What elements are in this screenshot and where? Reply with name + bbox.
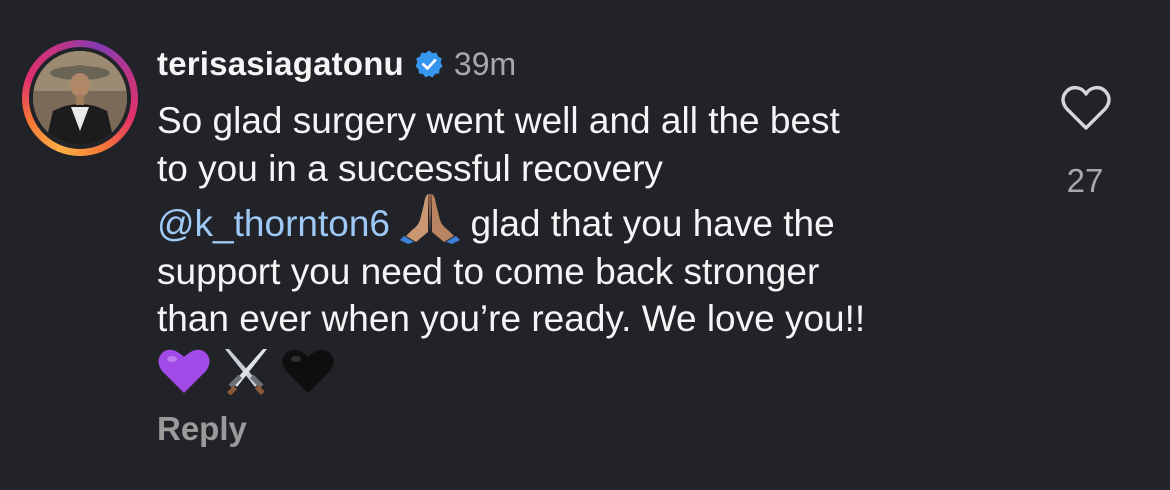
comment-line: @k_thornton6 glad that you have the: [157, 192, 997, 248]
folded-hands-emoji-icon: [400, 194, 461, 244]
mention-link[interactable]: @k_thornton6: [157, 203, 390, 244]
like-count: 27: [1066, 162, 1104, 199]
comment-header: terisasiagatonu 39m: [157, 44, 516, 84]
avatar[interactable]: [33, 51, 127, 145]
comment-line: than ever when you’re ready. We love you…: [157, 298, 866, 339]
username-link[interactable]: terisasiagatonu: [157, 45, 404, 83]
comment-line: support you need to come back stronger: [157, 250, 820, 292]
heart-like-icon[interactable]: [1060, 84, 1112, 132]
comment-line: to you in a successful recovery: [157, 147, 663, 189]
purple-heart-icon: [158, 349, 210, 393]
crossed-swords-icon: [225, 348, 267, 395]
timestamp: 39m: [453, 45, 517, 82]
verified-badge-icon: [415, 50, 443, 78]
reply-button[interactable]: Reply: [157, 410, 247, 448]
comment-line: So glad surgery went well and all the be…: [157, 100, 840, 141]
avatar-image: [33, 51, 127, 145]
black-heart-icon: [282, 349, 334, 393]
avatar-story-ring[interactable]: [22, 40, 138, 156]
comment-text: So glad surgery went well and all the be…: [157, 97, 997, 395]
emoji-row: [157, 345, 997, 395]
